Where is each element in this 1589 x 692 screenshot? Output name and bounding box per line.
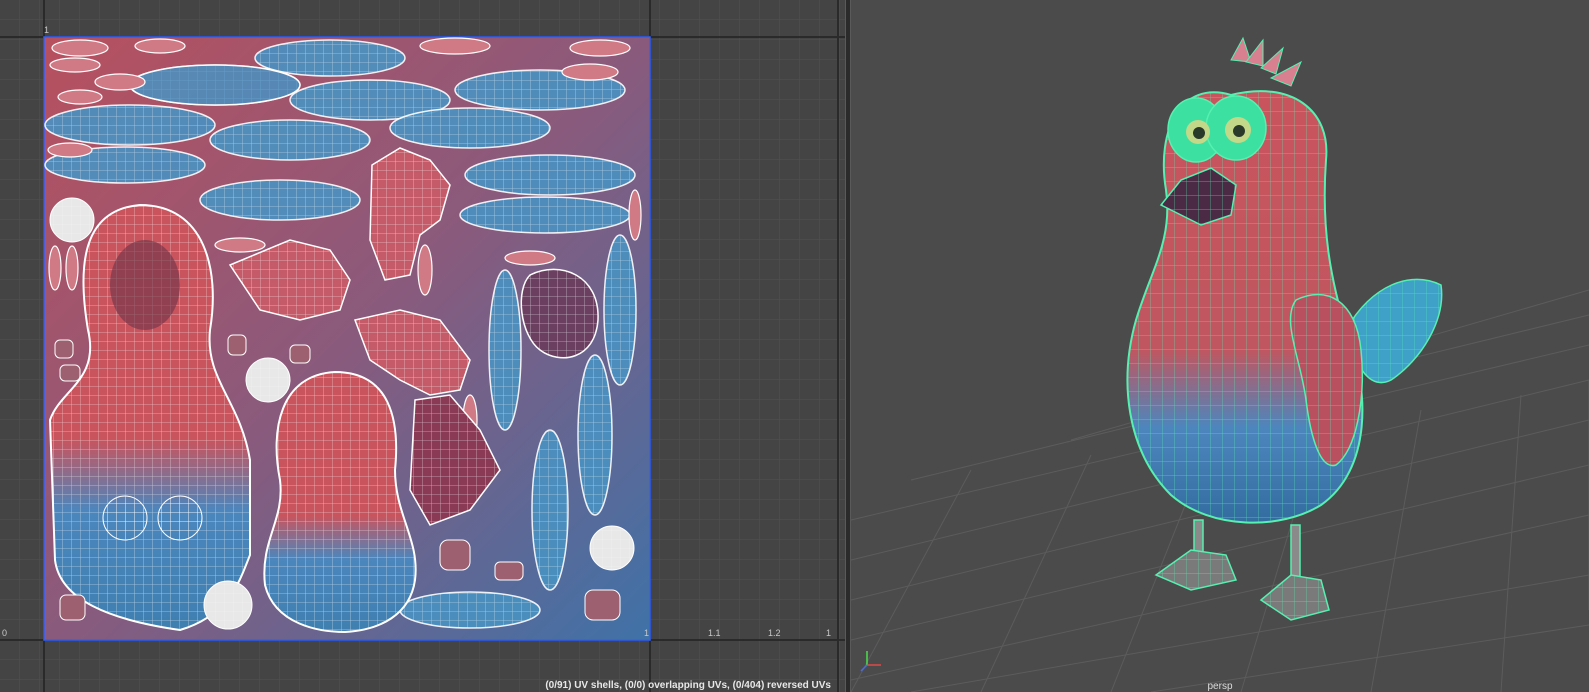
uv-editor-panel[interactable]: 1 0 1 1.1 1.2 1 (0/91) UV shells, (0/0) … [0,0,845,692]
uv-canvas[interactable]: 1 0 1 1.1 1.2 1 [0,0,845,692]
uv-tick-1: 1 [644,628,649,638]
uv-tick-1-2: 1.2 [768,628,781,638]
uv-tick-0: 0 [2,628,7,638]
bird-eyes [1167,95,1267,163]
uv-status-text: (0/91) UV shells, (0/0) overlapping UVs,… [545,680,831,691]
uv-tick-top-1: 1 [44,25,49,35]
perspective-viewport[interactable]: persp [851,0,1589,692]
uv-tick-right-1: 1 [826,628,831,638]
bird-crest [1230,36,1302,87]
uv-tick-1-1: 1.1 [708,628,721,638]
viewport-canvas[interactable] [851,0,1589,692]
camera-name-label: persp [1207,681,1233,692]
